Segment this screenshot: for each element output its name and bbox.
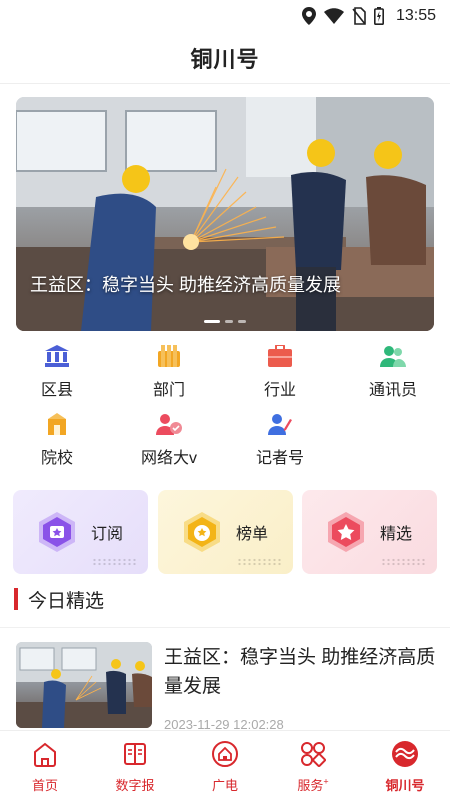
ranking-card[interactable]: 榜单 <box>158 490 293 574</box>
subscribe-label: 订阅 <box>91 526 124 543</box>
carousel-indicator <box>16 320 434 323</box>
news-image <box>16 642 152 728</box>
card-dots-decoration <box>237 558 283 566</box>
banner-carousel[interactable]: 王益区：稳字当头 助推经济高质量发展 <box>16 97 434 331</box>
nav-label: 数字报 <box>115 778 155 793</box>
industry-briefcase-icon <box>267 344 293 368</box>
carousel-dot <box>238 320 246 323</box>
category-department[interactable]: 部门 <box>124 344 214 400</box>
category-label: 区县 <box>40 382 73 399</box>
category-label: 网络大v <box>140 450 197 467</box>
category-label: 院校 <box>40 450 73 467</box>
banner-title[interactable]: 王益区：稳字当头 助推经济高质量发展 <box>30 271 420 297</box>
nav-label: 首页 <box>31 778 58 793</box>
network-influencer-icon <box>156 412 182 436</box>
category-label: 行业 <box>263 382 296 399</box>
nav-label: 服务+ <box>297 776 329 793</box>
divider <box>0 627 450 628</box>
news-thumbnail[interactable] <box>16 642 152 728</box>
tongchuan-logo-icon <box>390 739 420 769</box>
ranking-icon <box>184 512 220 552</box>
featured-star-icon <box>328 512 364 552</box>
nav-services[interactable]: 服务+ <box>273 739 353 794</box>
bottom-nav: 首页 数字报 广电 服务+ 铜川号 <box>0 730 450 800</box>
category-network-influencer[interactable]: 网络大v <box>124 412 214 468</box>
nav-label: 铜川号 <box>385 778 425 793</box>
correspondent-people-icon <box>380 344 406 368</box>
nav-broadcast[interactable]: 广电 <box>185 739 265 794</box>
category-reporter[interactable]: 记者号 <box>235 412 325 468</box>
nav-home[interactable]: 首页 <box>5 739 85 794</box>
reporter-icon <box>267 412 293 436</box>
wifi-icon <box>323 8 344 24</box>
ranking-label: 榜单 <box>236 526 269 543</box>
category-correspondent[interactable]: 通讯员 <box>348 344 438 400</box>
category-label: 部门 <box>152 382 185 399</box>
category-label: 通讯员 <box>368 382 417 399</box>
school-icon <box>44 412 70 436</box>
category-school[interactable]: 院校 <box>12 412 102 468</box>
department-icon <box>156 344 182 368</box>
card-dots-decoration <box>381 558 427 566</box>
nav-superscript: + <box>323 776 329 787</box>
battery-icon <box>373 7 384 25</box>
category-label: 记者号 <box>255 450 304 467</box>
digital-paper-icon <box>120 739 150 769</box>
nav-tongchuan[interactable]: 铜川号 <box>365 739 445 794</box>
status-time: 13:55 <box>395 7 436 24</box>
services-grid-icon <box>298 739 328 769</box>
nav-label: 广电 <box>211 778 238 793</box>
no-sim-icon <box>352 7 366 25</box>
featured-card[interactable]: 精选 <box>302 490 437 574</box>
subscribe-card[interactable]: 订阅 <box>13 490 148 574</box>
app-header: 铜川号 <box>0 32 450 84</box>
category-county[interactable]: 区县 <box>12 344 102 400</box>
county-building-icon <box>44 344 70 368</box>
status-bar: 13:55 <box>0 0 450 32</box>
news-title[interactable]: 王益区：稳字当头 助推经济高质量发展 <box>164 643 436 701</box>
card-dots-decoration <box>92 558 138 566</box>
subscribe-icon <box>39 512 75 552</box>
location-icon <box>301 7 316 25</box>
page-title: 铜川号 <box>190 46 260 72</box>
section-accent-bar <box>14 588 18 610</box>
carousel-dot <box>204 320 220 323</box>
section-title: 今日精选 <box>28 590 105 612</box>
nav-digital-paper[interactable]: 数字报 <box>95 739 175 794</box>
category-industry[interactable]: 行业 <box>235 344 325 400</box>
carousel-dot <box>225 320 233 323</box>
broadcast-icon <box>210 739 240 769</box>
home-icon <box>30 739 60 769</box>
section-heading: 今日精选 <box>14 586 104 612</box>
featured-label: 精选 <box>380 526 413 543</box>
